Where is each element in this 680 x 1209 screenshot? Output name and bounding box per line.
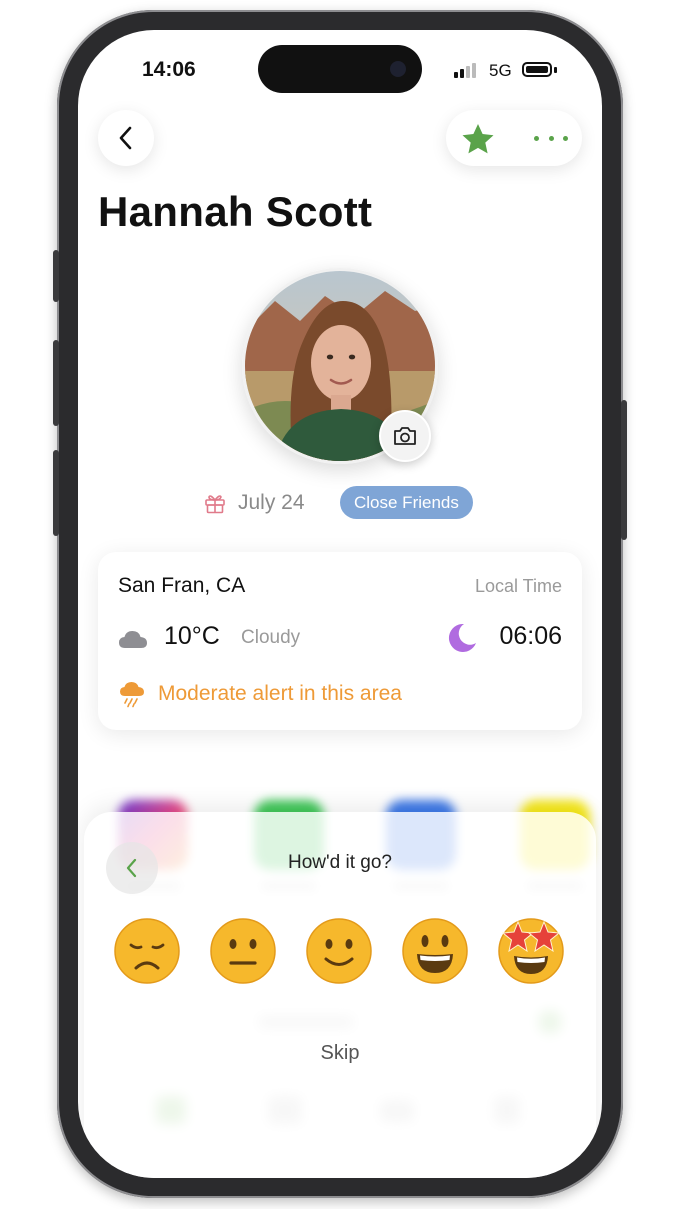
gift-icon xyxy=(205,495,225,514)
birthday: July 24 xyxy=(204,486,305,520)
feedback-sheet: How'd it go? Skip xyxy=(84,812,596,1178)
weather-condition: Cloudy xyxy=(241,627,301,648)
power-button xyxy=(621,400,627,540)
dynamic-island xyxy=(258,45,422,93)
screen: 14:06 5G Hannah Scott July 24 Close Frie… xyxy=(78,30,602,1178)
slightly-smiling-face-icon[interactable] xyxy=(304,916,374,986)
signal-icon xyxy=(454,62,482,78)
more-button[interactable] xyxy=(534,124,568,152)
city-label: San Fran, CA xyxy=(118,574,246,597)
more-dot xyxy=(548,135,554,141)
grinning-face-icon[interactable] xyxy=(400,916,470,986)
star-struck-face-icon[interactable] xyxy=(496,916,566,986)
volume-up-button xyxy=(53,340,59,426)
moon-icon xyxy=(448,623,476,652)
favorite-button[interactable] xyxy=(460,122,496,156)
star-icon xyxy=(462,124,494,154)
front-camera xyxy=(390,61,406,77)
local-time-label: Local Time xyxy=(474,576,562,596)
battery-icon xyxy=(522,62,552,77)
volume-down-button xyxy=(53,450,59,536)
chevron-left-icon xyxy=(119,126,132,150)
birthday-date: July 24 xyxy=(238,491,305,514)
group-tag[interactable]: Close Friends xyxy=(340,486,473,519)
rating-options xyxy=(112,916,568,986)
cloud-icon xyxy=(119,631,147,648)
location-card: San Fran, CA Local Time 10°C Cloudy 06:0… xyxy=(98,552,582,730)
local-time: 06:06 xyxy=(499,622,562,650)
temperature: 10°C xyxy=(164,622,220,650)
header-actions xyxy=(446,110,582,166)
disappointed-face-icon[interactable] xyxy=(112,916,182,986)
weather-alert[interactable]: Moderate alert in this area xyxy=(158,682,402,706)
more-dot xyxy=(534,135,539,141)
camera-icon xyxy=(394,427,416,445)
more-dot xyxy=(563,135,568,141)
sheet-title: How'd it go? xyxy=(288,852,392,873)
change-photo-button[interactable] xyxy=(379,410,431,462)
storm-alert-icon xyxy=(120,682,144,708)
status-time: 14:06 xyxy=(142,58,196,81)
battery-tip xyxy=(554,67,557,73)
back-button[interactable] xyxy=(98,110,154,166)
contact-name: Hannah Scott xyxy=(98,188,373,235)
skip-button[interactable]: Skip xyxy=(84,1042,596,1065)
action-button xyxy=(53,250,59,302)
network-label: 5G xyxy=(489,61,512,80)
neutral-face-icon[interactable] xyxy=(208,916,278,986)
